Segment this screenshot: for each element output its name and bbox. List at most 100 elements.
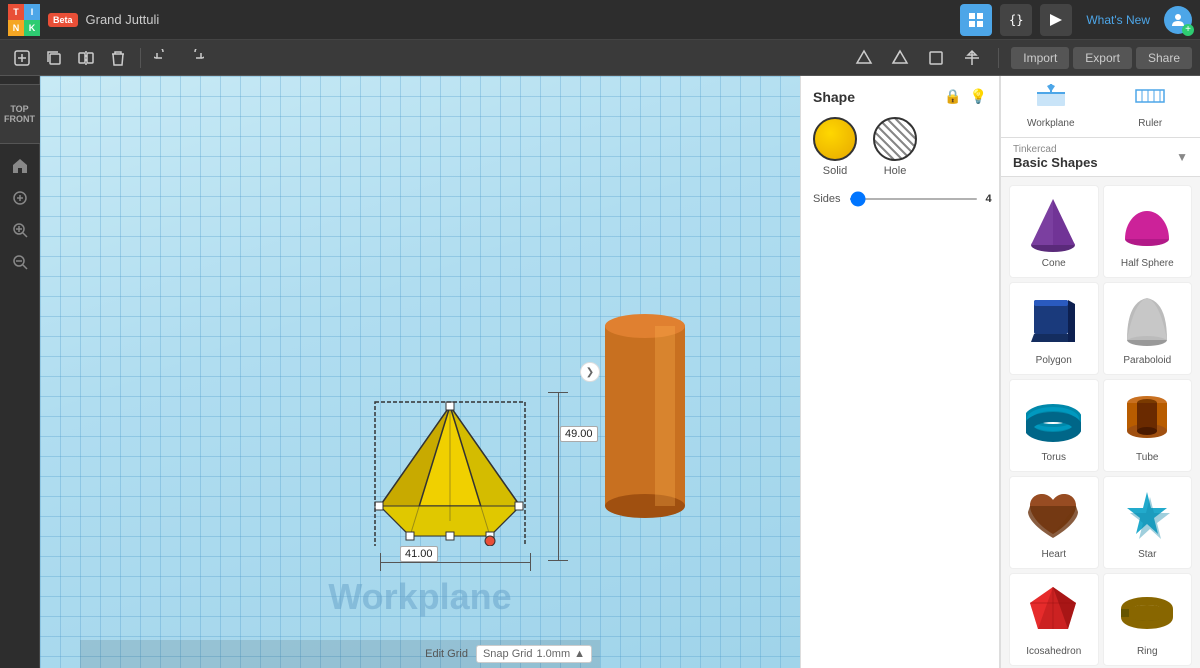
import-button[interactable]: Import (1011, 47, 1069, 69)
collapse-panel-arrow[interactable]: ❯ (580, 362, 600, 382)
torus-shape (1024, 388, 1084, 448)
shapes-grid: Cone Half Sphere (1001, 177, 1200, 668)
solid-circle (813, 117, 857, 161)
ruler-button[interactable]: Ruler (1101, 76, 1200, 137)
snap-grid-value: 1.0mm (536, 648, 570, 660)
view-cube-top-label: TOP (10, 104, 28, 114)
duplicate-button[interactable] (40, 44, 68, 72)
shape-item-paraboloid[interactable]: Paraboloid (1103, 282, 1193, 375)
solid-label: Solid (823, 165, 847, 177)
left-panel: TOP FRONT (0, 76, 40, 668)
logo-i: I (24, 4, 40, 20)
snap-grid-arrow[interactable]: ▲ (574, 648, 585, 660)
sides-value: 4 (986, 193, 992, 205)
logo-k: K (24, 20, 40, 36)
cylinder-object[interactable] (595, 296, 695, 531)
hole-circle (873, 117, 917, 161)
workplane-ruler-row: Workplane Ruler (1001, 76, 1200, 138)
workplane-button[interactable]: Workplane (1001, 76, 1101, 137)
hole-label: Hole (884, 165, 907, 177)
shape-item-icosahedron[interactable]: Icosahedron (1009, 573, 1099, 666)
halfsphere-label: Half Sphere (1121, 258, 1174, 269)
mirror-button[interactable] (72, 44, 100, 72)
export-button[interactable]: Export (1073, 47, 1132, 69)
category-header: Tinkercad Basic Shapes ▼ (1001, 138, 1200, 176)
viewport[interactable]: 49.00 41.00 Workplane Edit Grid Snap Gri… (40, 76, 800, 668)
paraboloid-shape (1117, 291, 1177, 351)
lock-icon[interactable]: 🔒 (944, 88, 961, 105)
shape-panel-title: Shape 🔒 💡 (813, 88, 987, 105)
ruler-btn-label: Ruler (1138, 118, 1162, 129)
right-panel-header: Workplane Ruler (1001, 76, 1200, 177)
halfsphere-shape (1117, 194, 1177, 254)
shape-item-cone[interactable]: Cone (1009, 185, 1099, 278)
paraboloid-label: Paraboloid (1123, 355, 1171, 366)
star-label: Star (1138, 549, 1156, 560)
shape-item-polygon[interactable]: Polygon (1009, 282, 1099, 375)
import-export-share: Import Export Share (1011, 47, 1192, 69)
cone-shape (1024, 194, 1084, 254)
edit-grid-button[interactable]: Edit Grid (425, 648, 468, 660)
user-button[interactable] (1164, 6, 1192, 34)
view-cube-front-label: FRONT (4, 114, 35, 124)
shape-panel: Shape 🔒 💡 Solid Hole Sides 4 (800, 76, 1000, 668)
view-front-button[interactable] (922, 44, 950, 72)
new-object-button[interactable] (8, 44, 36, 72)
pyramid-object[interactable] (370, 386, 530, 551)
redo-button[interactable] (181, 44, 209, 72)
home-view-button[interactable] (6, 152, 34, 180)
polygon-shape (1024, 291, 1084, 351)
toolbar: Import Export Share (0, 40, 1200, 76)
beta-badge: Beta (48, 13, 78, 27)
svg-text:{}: {} (1009, 13, 1023, 27)
simulate-button[interactable] (1040, 4, 1072, 36)
delete-button[interactable] (104, 44, 132, 72)
ruler-icon (1134, 84, 1166, 114)
flip-button[interactable] (958, 44, 986, 72)
undo-button[interactable] (149, 44, 177, 72)
polygon-label: Polygon (1036, 355, 1072, 366)
logo-n: N (8, 20, 24, 36)
grid-view-button[interactable] (960, 4, 992, 36)
torus-label: Torus (1042, 452, 1066, 463)
width-dim-tick-left (380, 553, 381, 571)
shape-item-star[interactable]: Star (1103, 476, 1193, 569)
shape-item-heart[interactable]: Heart (1009, 476, 1099, 569)
shape-item-torus[interactable]: Torus (1009, 379, 1099, 472)
category-name: Basic Shapes (1013, 155, 1098, 170)
shape-panel-icons: 🔒 💡 (944, 88, 987, 105)
workplane-icon (1035, 84, 1067, 114)
shape-item-tube[interactable]: Tube (1103, 379, 1193, 472)
light-icon[interactable]: 💡 (970, 88, 987, 105)
category-info: Tinkercad Basic Shapes (1013, 144, 1098, 170)
fit-view-button[interactable] (6, 184, 34, 212)
top-bar-right: {} What's New (960, 4, 1192, 36)
zoom-out-button[interactable] (6, 248, 34, 276)
snap-grid: Snap Grid 1.0mm ▲ (476, 645, 592, 663)
logo-t: T (8, 4, 24, 20)
perspective-button[interactable] (850, 44, 878, 72)
category-arrow[interactable]: ▼ (1176, 150, 1188, 164)
shape-item-ring[interactable]: Ring (1103, 573, 1193, 666)
bottom-bar: Edit Grid Snap Grid 1.0mm ▲ (80, 640, 600, 668)
width-dimension: 41.00 (400, 546, 438, 562)
tube-label: Tube (1136, 452, 1158, 463)
main-area: TOP FRONT (0, 76, 1200, 668)
height-dimension: 49.00 (560, 426, 598, 442)
solid-shape-button[interactable]: Solid (813, 117, 857, 177)
shape-item-halfsphere[interactable]: Half Sphere (1103, 185, 1193, 278)
ring-label: Ring (1137, 646, 1158, 657)
view-top-button[interactable] (886, 44, 914, 72)
code-view-button[interactable]: {} (1000, 4, 1032, 36)
whats-new-button[interactable]: What's New (1080, 9, 1156, 31)
snap-grid-label: Snap Grid (483, 648, 533, 660)
project-name[interactable]: Grand Juttuli (86, 12, 160, 27)
separator-2 (998, 48, 999, 68)
icosahedron-label: Icosahedron (1026, 646, 1081, 657)
tube-shape (1117, 388, 1177, 448)
share-button[interactable]: Share (1136, 47, 1192, 69)
zoom-in-button[interactable] (6, 216, 34, 244)
sides-slider[interactable] (849, 198, 978, 200)
hole-shape-button[interactable]: Hole (873, 117, 917, 177)
star-shape (1117, 485, 1177, 545)
